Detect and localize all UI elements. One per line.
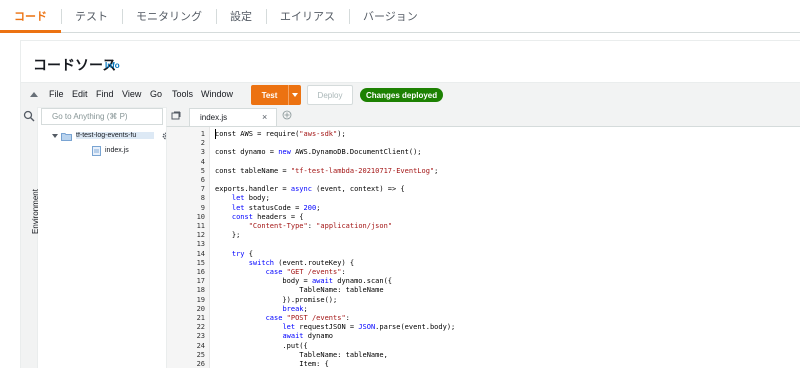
line-number: 24: [196, 341, 205, 350]
code-source-panel: コードソース Info File Edit Find View Go Tools…: [20, 40, 800, 368]
section-title: コードソース: [33, 57, 117, 73]
search-icon[interactable]: [23, 110, 35, 122]
status-badge: Changes deployed: [360, 88, 444, 102]
line-number: 23: [196, 332, 205, 341]
code-line[interactable]: const AWS = require("aws-sdk");: [215, 130, 346, 139]
expand-caret-icon[interactable]: [52, 134, 58, 138]
editor-tab-label[interactable]: index.js: [200, 113, 227, 122]
code-line[interactable]: const headers = {: [215, 213, 304, 222]
test-button[interactable]: Test: [251, 85, 301, 105]
file-label[interactable]: index.js: [105, 147, 129, 154]
code-line[interactable]: case "GET /events":: [215, 268, 346, 277]
line-number: 3: [200, 148, 205, 157]
tab-test[interactable]: テスト: [61, 0, 122, 32]
test-dropdown-icon[interactable]: [289, 85, 301, 105]
side-strip: Environment: [21, 107, 40, 368]
line-number: 17: [196, 277, 205, 286]
line-number: 2: [200, 139, 205, 148]
code-line[interactable]: TableName: tableName: [215, 286, 383, 295]
tab-versions[interactable]: バージョン: [349, 0, 432, 32]
line-number: 16: [196, 268, 205, 276]
line-number: 20: [196, 304, 205, 313]
folder-row[interactable]: tf-test-log-events-fu: [38, 131, 178, 144]
line-number: 22: [196, 323, 205, 332]
editor-tab-index-js[interactable]: index.js ×: [189, 108, 277, 126]
menu-go[interactable]: Go: [150, 89, 162, 99]
menu-find[interactable]: Find: [96, 89, 114, 99]
menu-file[interactable]: File: [49, 89, 64, 99]
code-line[interactable]: const dynamo = new AWS.DynamoDB.Document…: [215, 148, 422, 157]
tabs-menu-icon[interactable]: [171, 111, 181, 121]
tab-aliases[interactable]: エイリアス: [266, 0, 349, 32]
collapse-caret-icon[interactable]: [30, 92, 38, 97]
code-line[interactable]: const tableName = "tf-test-lambda-202107…: [215, 167, 438, 176]
code-line[interactable]: let body;: [215, 194, 270, 203]
code-line[interactable]: };: [215, 231, 240, 240]
menu-view[interactable]: View: [122, 89, 141, 99]
code-line[interactable]: break;: [215, 305, 307, 314]
code-line[interactable]: TableName: tableName,: [215, 351, 388, 360]
go-to-anything-input[interactable]: Go to Anything (⌘ P): [41, 108, 163, 125]
code-line[interactable]: try {: [215, 250, 253, 259]
code-line[interactable]: }).promise();: [215, 296, 337, 305]
line-number: 21: [196, 314, 205, 322]
code-line[interactable]: .put({: [215, 342, 307, 351]
line-number: 25: [196, 350, 205, 359]
code-line[interactable]: await dynamo: [215, 332, 333, 341]
line-number: 7: [200, 185, 205, 194]
line-number: 10: [196, 212, 205, 221]
js-file-icon: [92, 146, 101, 156]
environment-tab[interactable]: Environment: [31, 189, 40, 234]
code-line[interactable]: let requestJSON = JSON.parse(event.body)…: [215, 323, 455, 332]
info-link[interactable]: Info: [105, 61, 120, 70]
tab-monitoring[interactable]: モニタリング: [122, 0, 216, 32]
tab-code[interactable]: コード: [0, 0, 61, 33]
test-button-label[interactable]: Test: [251, 85, 289, 105]
tab-settings[interactable]: 設定: [216, 0, 266, 32]
line-number: 8: [200, 194, 205, 203]
line-number: 4: [200, 157, 205, 166]
code-line[interactable]: body = await dynamo.scan({: [215, 277, 392, 286]
line-number: 9: [200, 203, 205, 212]
file-row[interactable]: index.js: [38, 146, 178, 159]
code-line[interactable]: case "POST /events":: [215, 314, 350, 323]
add-tab-icon[interactable]: [282, 110, 292, 120]
editor-tab-bar: index.js ×: [166, 107, 800, 127]
code-line[interactable]: "Content-Type": "application/json": [215, 222, 392, 231]
folder-icon: [61, 133, 72, 141]
line-number: 15: [196, 258, 205, 267]
line-number: 19: [196, 295, 205, 304]
line-number: 14: [196, 249, 205, 258]
close-icon[interactable]: ×: [262, 112, 267, 122]
menu-window[interactable]: Window: [201, 89, 233, 99]
menu-tools[interactable]: Tools: [172, 89, 193, 99]
line-number: 6: [200, 176, 205, 184]
top-tab-bar: コード テスト モニタリング 設定 エイリアス バージョン: [0, 0, 800, 33]
line-number: 1: [200, 130, 205, 138]
line-number: 5: [200, 166, 205, 175]
folder-label[interactable]: tf-test-log-events-fu: [76, 132, 154, 139]
code-editor[interactable]: 1 2 3 4 5 6 7 8 9 10 11 12 13 14 15 16 17 18 19 20 21 22 23 24 2…: [166, 127, 800, 368]
menu-bar: File Edit Find View Go Tools Window Test…: [21, 82, 800, 108]
code-line[interactable]: let statusCode = 200;: [215, 204, 321, 213]
line-number: 11: [196, 222, 205, 230]
line-number: 18: [196, 286, 205, 295]
line-number: 12: [196, 231, 205, 240]
code-line[interactable]: exports.handler = async (event, context)…: [215, 185, 405, 194]
line-number-gutter: 1 2 3 4 5 6 7 8 9 10 11 12 13 14 15 16 17 18 19 20 21 22 23 24 2…: [167, 127, 210, 368]
code-line[interactable]: switch (event.routeKey) {: [215, 259, 354, 268]
menu-edit[interactable]: Edit: [72, 89, 88, 99]
line-number: 13: [196, 240, 205, 249]
deploy-button[interactable]: Deploy: [307, 85, 353, 105]
